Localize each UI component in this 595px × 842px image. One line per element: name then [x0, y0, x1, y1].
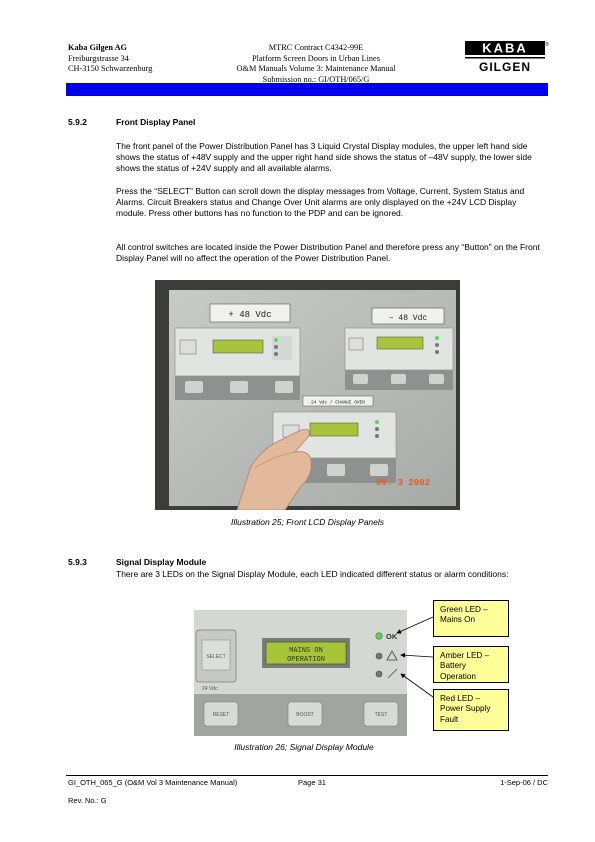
footer-date: 1-Sep-06 / DC: [500, 778, 548, 787]
svg-text:KABA: KABA: [482, 41, 528, 56]
kaba-gilgen-logo: KABA GILGEN ®: [465, 41, 549, 74]
green-led-callout: Green LED – Mains On: [433, 600, 509, 637]
svg-text:– 48 Vdc: – 48 Vdc: [389, 314, 428, 323]
company-address-line2: CH-3150 Schwarzenburg: [68, 64, 153, 74]
svg-text:OK: OK: [386, 632, 398, 641]
figure-caption: Illustration 25; Front LCD Display Panel…: [230, 517, 385, 527]
svg-text:®: ®: [545, 41, 549, 48]
svg-text:09. 3 2002: 09. 3 2002: [376, 478, 430, 488]
paragraph: There are 3 LEDs on the Signal Display M…: [116, 569, 509, 579]
header-company-block: Kaba Gilgen AG Freiburgstrasse 34 CH-315…: [68, 43, 152, 75]
figure-caption: Illustration 26; Signal Display Module: [234, 742, 374, 752]
red-led-callout: Red LED – Power Supply Fault: [433, 689, 509, 731]
footer-document-id: GI_OTH_065_G (O&M Vol 3 Maintenance Manu…: [68, 778, 238, 787]
company-address-line1: Freiburgstrasse 34: [68, 53, 129, 63]
header-blue-bar: [66, 83, 548, 96]
manual-name: O&M Manuals Volume 3: Maintenance Manual: [236, 64, 396, 74]
footer-page-number: Page 31: [298, 778, 326, 787]
contract-number: MTRC Contract C4342-99E: [268, 43, 364, 52]
front-panel-photo: + 48 Vdc – 48 Vdc 24 Vdc / CHANGE OVER 0…: [155, 280, 460, 510]
signal-module-photo: SELECT 24 Vdc MAINS ON OPERATION OK RESE…: [194, 610, 407, 736]
svg-text:24 Vdc / CHANGE OVER: 24 Vdc / CHANGE OVER: [311, 400, 365, 406]
amber-led-callout: Amber LED – Battery Operation: [433, 646, 509, 683]
svg-text:MAINS ON: MAINS ON: [289, 647, 323, 655]
footer-rule: [66, 775, 548, 776]
section-title: Signal Display Module: [116, 557, 207, 567]
paragraph: Press the “SELECT” Button can scroll dow…: [116, 186, 525, 219]
section-title: Front Display Panel: [116, 117, 196, 127]
svg-text:GILGEN: GILGEN: [479, 60, 531, 74]
company-name: Kaba Gilgen AG: [68, 43, 128, 52]
svg-text:24 Vdc: 24 Vdc: [202, 686, 218, 692]
svg-text:TEST: TEST: [375, 712, 388, 718]
project-name: Platform Screen Doors in Urban Lines: [252, 53, 380, 63]
svg-text:BOOST: BOOST: [296, 712, 314, 718]
section-number: 5.9.2: [68, 117, 87, 127]
svg-text:+ 48 Vdc: + 48 Vdc: [228, 310, 271, 320]
section-number: 5.9.3: [68, 557, 87, 567]
svg-text:OPERATION: OPERATION: [287, 656, 325, 664]
paragraph: The front panel of the Power Distributio…: [116, 141, 532, 174]
footer-revision: Rev. No.: G: [68, 796, 107, 805]
paragraph: All control switches are located inside …: [116, 242, 540, 264]
svg-text:RESET: RESET: [213, 712, 230, 718]
svg-text:SELECT: SELECT: [206, 654, 225, 660]
header-project-block: MTRC Contract C4342-99E Platform Screen …: [210, 43, 422, 85]
